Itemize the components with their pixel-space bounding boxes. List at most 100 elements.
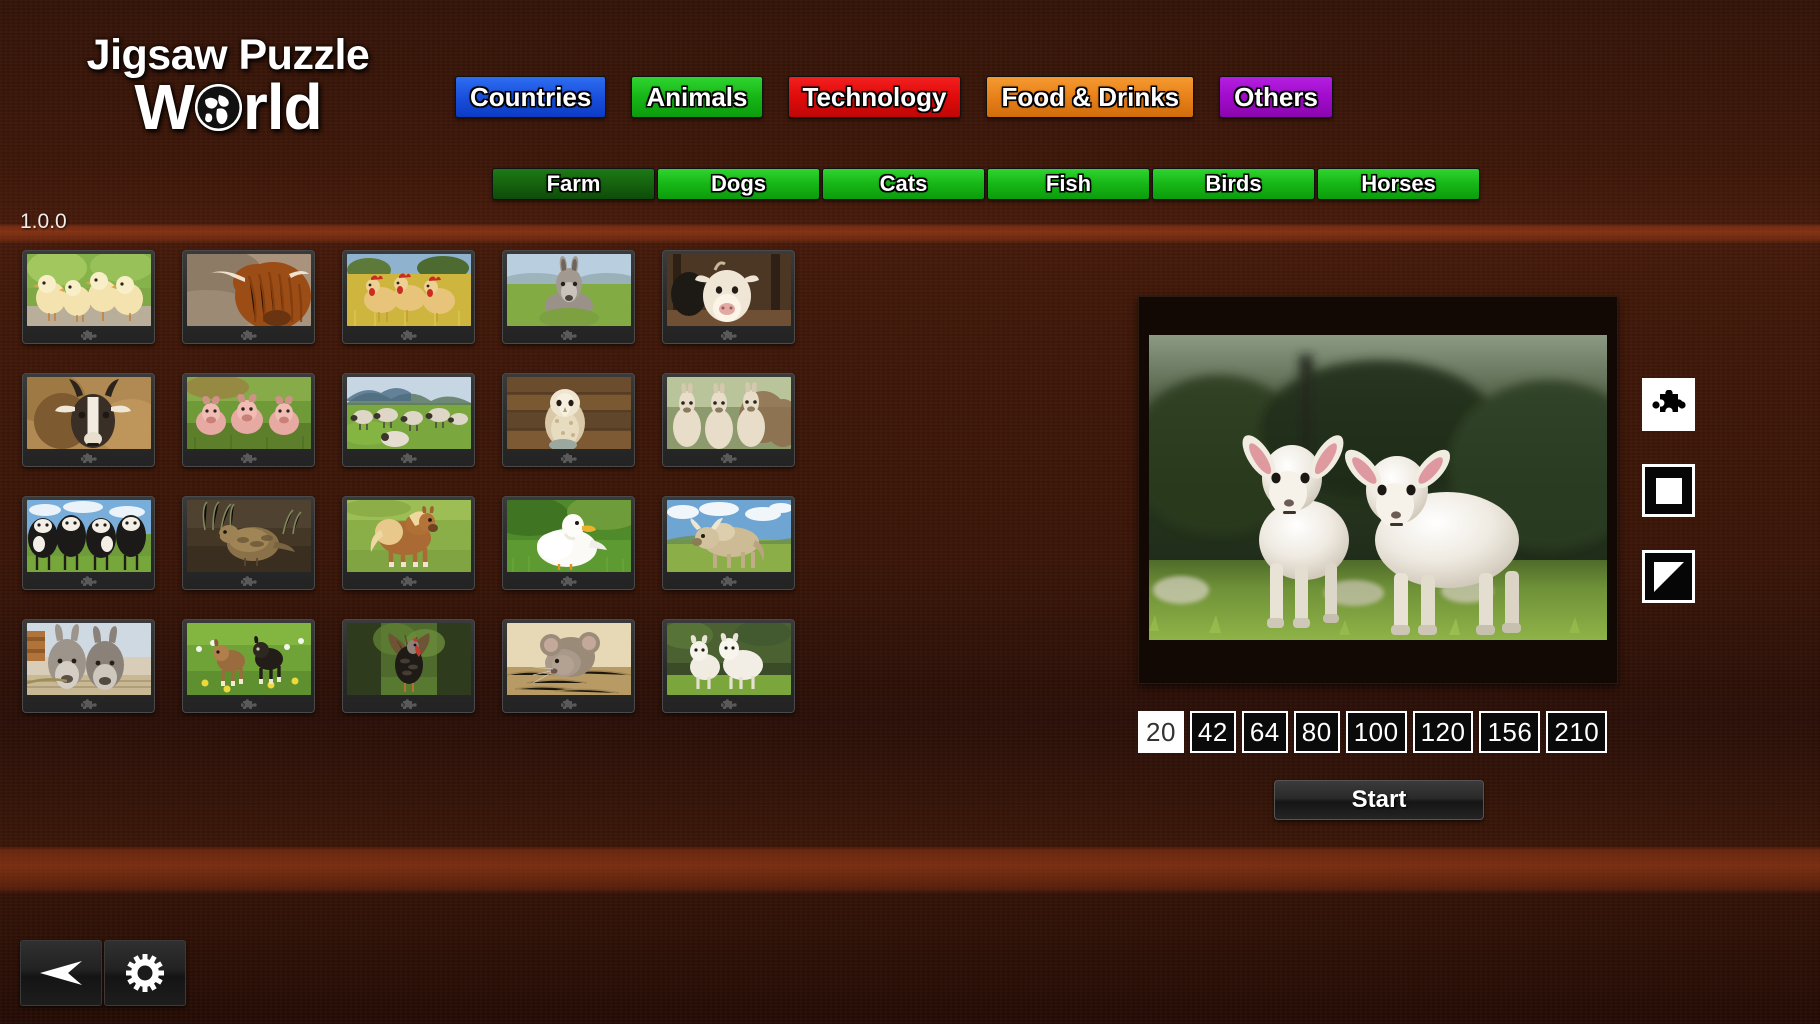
puzzle-piece-icon: [240, 697, 257, 710]
puzzle-piece-icon: [400, 451, 417, 464]
puzzle-thumbnail-white-duck[interactable]: [502, 496, 635, 590]
thumbnail-cell: [22, 373, 182, 496]
lambs-preview[interactable]: [1149, 335, 1607, 640]
thumbnail-cell: [662, 373, 822, 496]
app-root: Jigsaw Puzzle W rld 1.0.0 Countries Anim…: [0, 0, 1820, 1024]
start-button[interactable]: Start: [1274, 780, 1484, 820]
puzzle-thumbnail-barn-owl[interactable]: [502, 373, 635, 467]
settings-button[interactable]: [104, 940, 186, 1006]
piece-count-42[interactable]: 42: [1189, 711, 1236, 753]
puzzle-thumbnail-piglets[interactable]: [182, 373, 315, 467]
thumbnail-image-sheep-flock: [346, 377, 471, 449]
thumbnail-cell: [22, 496, 182, 619]
puzzle-thumbnail-hens[interactable]: [342, 250, 475, 344]
puzzle-piece-icon: [80, 574, 97, 587]
puzzle-piece-icon: [560, 328, 577, 341]
piece-count-210[interactable]: 210: [1546, 711, 1608, 753]
thumbnail-image-shetland-pony: [346, 500, 471, 572]
piece-count-64[interactable]: 64: [1241, 711, 1288, 753]
gear-icon: [126, 954, 164, 992]
back-button[interactable]: [20, 940, 102, 1006]
triangle-icon: [1653, 561, 1684, 592]
square-cut-mode[interactable]: [1642, 464, 1695, 517]
puzzle-thumbnail-sheep-flock[interactable]: [342, 373, 475, 467]
puzzle-piece-icon: [1651, 389, 1686, 412]
thumbnail-image-alpacas: [666, 377, 791, 449]
thumbnail-cell: [502, 619, 662, 742]
thumbnail-image-chicks: [26, 254, 151, 326]
subnav-cats[interactable]: Cats: [822, 168, 985, 200]
thumbnail-image-lambs: [666, 623, 791, 695]
piece-count-20[interactable]: 20: [1138, 711, 1184, 753]
piece-count-156[interactable]: 156: [1479, 711, 1541, 753]
logo-rld: rld: [242, 71, 323, 143]
thumbnail-cell: [502, 496, 662, 619]
piece-count-selector: 20 42 64 80 100 120 156 210: [1138, 711, 1608, 753]
puzzle-thumbnail-dairy-cows[interactable]: [22, 496, 155, 590]
thumbnail-cell: [182, 619, 342, 742]
puzzle-piece-icon: [560, 574, 577, 587]
piece-count-80[interactable]: 80: [1293, 711, 1340, 753]
thumbnail-cell: [342, 619, 502, 742]
thumbnail-cell: [502, 373, 662, 496]
puzzle-thumbnail-alpacas[interactable]: [662, 373, 795, 467]
puzzle-thumbnail-goat[interactable]: [22, 373, 155, 467]
puzzle-thumbnail-turkey[interactable]: [342, 619, 475, 713]
piece-count-120[interactable]: 120: [1412, 711, 1474, 753]
thumbnail-image-white-duck: [506, 500, 631, 572]
thumbnail-cell: [662, 250, 822, 373]
logo-w: W: [134, 71, 194, 143]
jigsaw-cut-mode[interactable]: [1642, 378, 1695, 431]
puzzle-thumbnail-quail[interactable]: [182, 496, 315, 590]
puzzle-piece-icon: [240, 574, 257, 587]
thumbnail-image-barn-owl: [506, 377, 631, 449]
thumbnail-image-hens: [346, 254, 471, 326]
puzzle-thumbnail-highland-cow[interactable]: [182, 250, 315, 344]
subnav-birds[interactable]: Birds: [1152, 168, 1315, 200]
puzzle-thumbnail-zebu-ox[interactable]: [662, 496, 795, 590]
puzzle-thumbnail-calf-barn[interactable]: [662, 250, 795, 344]
puzzle-piece-icon: [720, 451, 737, 464]
subnav-fish[interactable]: Fish: [987, 168, 1150, 200]
subnav-farm[interactable]: Farm: [492, 168, 655, 200]
thumbnail-image-zebu-ox: [666, 500, 791, 572]
puzzle-thumbnail-kid-goats[interactable]: [182, 619, 315, 713]
nav-countries[interactable]: Countries: [455, 76, 607, 118]
subnav-horses[interactable]: Horses: [1317, 168, 1480, 200]
puzzle-piece-icon: [80, 328, 97, 341]
puzzle-piece-icon: [240, 328, 257, 341]
piece-count-100[interactable]: 100: [1345, 711, 1407, 753]
thumbnail-image-dairy-cows: [26, 500, 151, 572]
thumbnail-image-donkeys: [26, 623, 151, 695]
puzzle-preview-panel: [1138, 296, 1618, 684]
puzzle-thumbnail-mouse[interactable]: [502, 619, 635, 713]
thumbnail-cell: [342, 496, 502, 619]
thumbnail-image-donkey-foal: [506, 254, 631, 326]
nav-animals[interactable]: Animals: [631, 76, 763, 118]
puzzle-piece-icon: [240, 451, 257, 464]
nav-technology[interactable]: Technology: [787, 76, 962, 118]
sub-category-nav: Farm Dogs Cats Fish Birds Horses: [492, 168, 1480, 200]
nav-others[interactable]: Others: [1219, 76, 1333, 118]
puzzle-thumbnail-donkey-foal[interactable]: [502, 250, 635, 344]
puzzle-thumbnail-donkeys[interactable]: [22, 619, 155, 713]
thumbnail-image-turkey: [346, 623, 471, 695]
app-logo: Jigsaw Puzzle W rld: [58, 34, 398, 143]
thumbnail-image-kid-goats: [186, 623, 311, 695]
puzzle-thumbnail-lambs[interactable]: [662, 619, 795, 713]
thumbnail-image-piglets: [186, 377, 311, 449]
version-label: 1.0.0: [20, 210, 67, 233]
puzzle-piece-icon: [400, 328, 417, 341]
puzzle-piece-icon: [720, 697, 737, 710]
puzzle-thumbnail-grid: [22, 250, 822, 742]
thumbnail-cell: [662, 496, 822, 619]
nav-food-drinks[interactable]: Food & Drinks: [986, 76, 1195, 118]
triangle-cut-mode[interactable]: [1642, 550, 1695, 603]
puzzle-thumbnail-chicks[interactable]: [22, 250, 155, 344]
cut-mode-selector: [1642, 378, 1695, 603]
back-arrow-icon: [40, 961, 82, 985]
puzzle-thumbnail-shetland-pony[interactable]: [342, 496, 475, 590]
thumbnail-image-calf-barn: [666, 254, 791, 326]
subnav-dogs[interactable]: Dogs: [657, 168, 820, 200]
thumbnail-image-mouse: [506, 623, 631, 695]
